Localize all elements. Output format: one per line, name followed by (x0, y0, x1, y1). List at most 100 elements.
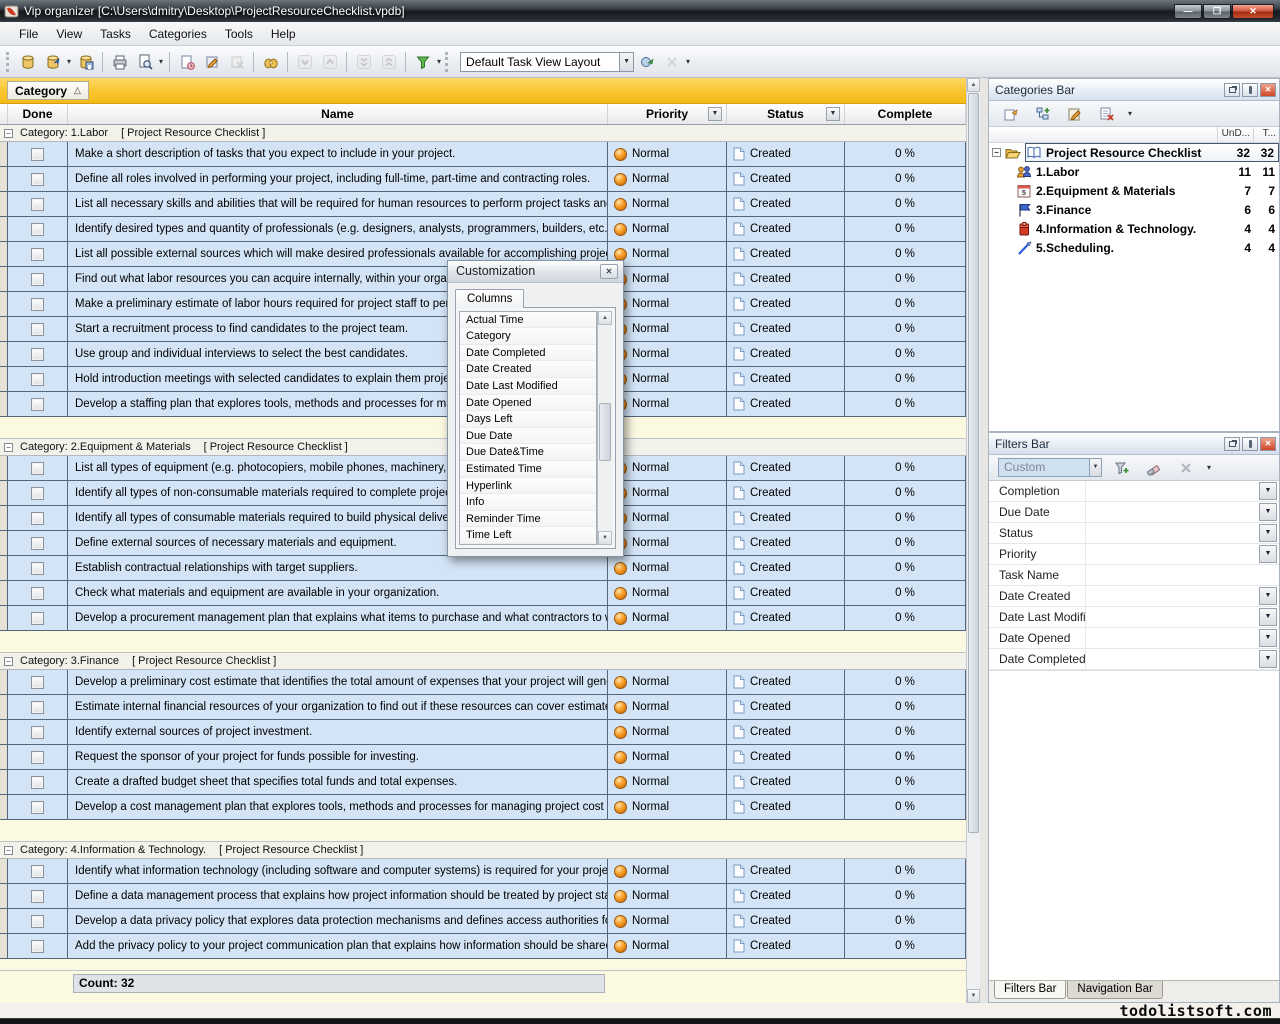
menu-item-file[interactable]: File (10, 23, 47, 45)
category-tree-item[interactable]: 52.Equipment & Materials77 (989, 181, 1279, 200)
category-tree-root[interactable]: −Project Resource Checklist3232 (989, 143, 1279, 162)
task-row[interactable]: Identify desired types and quantity of p… (0, 217, 966, 242)
task-checkbox[interactable] (31, 223, 44, 236)
filter-dropdown-button[interactable]: ▼ (1259, 524, 1277, 542)
column-option[interactable]: Date Completed (460, 345, 596, 362)
task-checkbox[interactable] (31, 587, 44, 600)
vertical-scrollbar[interactable]: ▲ ▼ (966, 78, 980, 1003)
task-checkbox[interactable] (31, 173, 44, 186)
filter-value[interactable] (1085, 481, 1259, 501)
task-row[interactable]: Identify what information technology (in… (0, 859, 966, 884)
column-option[interactable]: Estimated Time (460, 461, 596, 478)
task-row[interactable]: Establish contractual relationships with… (0, 556, 966, 581)
task-checkbox[interactable] (31, 940, 44, 953)
status-filter-button[interactable]: ▼ (826, 107, 840, 121)
filter-value[interactable] (1085, 502, 1259, 522)
column-option[interactable]: Days Left (460, 411, 596, 428)
close-button[interactable]: ✕ (1232, 4, 1274, 19)
total-column-header[interactable]: T... (1253, 127, 1279, 142)
tab-filters-bar[interactable]: Filters Bar (994, 981, 1066, 999)
collapse-icon[interactable]: − (4, 657, 13, 666)
task-row[interactable]: Develop a data privacy policy that explo… (0, 909, 966, 934)
dialog-scrollbar[interactable]: ▲ ▼ (597, 311, 612, 545)
filter-value[interactable] (1085, 649, 1259, 669)
task-checkbox[interactable] (31, 676, 44, 689)
filter-value[interactable] (1085, 628, 1259, 648)
add-subcategory-icon[interactable] (1030, 102, 1055, 126)
task-checkbox[interactable] (31, 248, 44, 261)
column-option[interactable]: Date Opened (460, 395, 596, 412)
filter-value[interactable] (1085, 586, 1259, 606)
filter-preset-dropdown-icon[interactable]: ▼ (1090, 458, 1102, 477)
find-icon[interactable] (258, 50, 283, 74)
scroll-down-arrow[interactable]: ▼ (967, 989, 980, 1003)
task-checkbox[interactable] (31, 273, 44, 286)
restore-button[interactable]: ❐ (1203, 4, 1231, 19)
layout-combo-dropdown-icon[interactable]: ▼ (620, 52, 634, 72)
collapse-icon[interactable]: − (4, 443, 13, 452)
dialog-title-bar[interactable]: Customization ✕ (448, 261, 623, 283)
clear-filter-icon[interactable] (1141, 456, 1166, 480)
task-row[interactable]: Develop a procurement management plan th… (0, 606, 966, 631)
column-option[interactable]: Date Created (460, 361, 596, 378)
task-checkbox[interactable] (31, 323, 44, 336)
task-checkbox[interactable] (31, 373, 44, 386)
category-tree-item[interactable]: 1.Labor1111 (989, 162, 1279, 181)
filter-dropdown-button[interactable]: ▼ (1259, 482, 1277, 500)
filter-view-icon[interactable] (410, 50, 435, 74)
layout-combo[interactable]: Default Task View Layout▼ (460, 52, 634, 72)
collapse-icon[interactable]: − (4, 846, 13, 855)
filter-value[interactable] (1085, 607, 1259, 627)
task-checkbox[interactable] (31, 298, 44, 311)
menu-item-view[interactable]: View (47, 23, 91, 45)
task-row[interactable]: Define all roles involved in performing … (0, 167, 966, 192)
panel-restore-icon[interactable] (1224, 83, 1240, 97)
task-checkbox[interactable] (31, 776, 44, 789)
column-header-complete[interactable]: Complete (845, 104, 966, 124)
column-header-done[interactable]: Done (8, 104, 68, 124)
tab-columns[interactable]: Columns (455, 289, 524, 308)
category-tree-item[interactable]: 3.Finance66 (989, 200, 1279, 219)
task-checkbox[interactable] (31, 890, 44, 903)
delete-filter-icon[interactable] (1173, 456, 1198, 480)
filter-dropdown-button[interactable]: ▼ (1259, 629, 1277, 647)
column-header-name[interactable]: Name (68, 104, 608, 124)
filter-dropdown-button[interactable]: ▼ (1259, 608, 1277, 626)
filter-value[interactable] (1085, 565, 1279, 585)
task-checkbox[interactable] (31, 562, 44, 575)
filter-dropdown-button[interactable]: ▼ (1259, 587, 1277, 605)
task-checkbox[interactable] (31, 537, 44, 550)
column-option[interactable]: Due Date&Time (460, 444, 596, 461)
apply-layout-icon[interactable] (634, 50, 659, 74)
task-checkbox[interactable] (31, 865, 44, 878)
category-tree-item[interactable]: 4.Information & Technology.44 (989, 219, 1279, 238)
task-checkbox[interactable] (31, 801, 44, 814)
undone-column-header[interactable]: UnD... (1217, 127, 1253, 142)
task-checkbox[interactable] (31, 398, 44, 411)
task-checkbox[interactable] (31, 198, 44, 211)
collapse-icon[interactable]: − (992, 148, 1001, 157)
task-checkbox[interactable] (31, 487, 44, 500)
panel-close-icon[interactable]: ✕ (1260, 437, 1276, 451)
task-row[interactable]: Request the sponsor of your project for … (0, 745, 966, 770)
new-task-icon[interactable] (174, 50, 199, 74)
task-checkbox[interactable] (31, 148, 44, 161)
menu-item-tools[interactable]: Tools (216, 23, 262, 45)
dropdown-caret-icon[interactable]: ▾ (435, 57, 443, 66)
filter-value[interactable] (1085, 523, 1259, 543)
panel-close-icon[interactable]: ✕ (1260, 83, 1276, 97)
task-row[interactable]: Define a data management process that ex… (0, 884, 966, 909)
section-header-row[interactable]: −Category: 4.Information & Technology.[ … (0, 842, 966, 859)
save-database-icon[interactable] (73, 50, 98, 74)
task-checkbox[interactable] (31, 512, 44, 525)
delete-category-icon[interactable] (1094, 102, 1119, 126)
panel-pin-icon[interactable] (1242, 437, 1258, 451)
column-option[interactable]: Actual Time (460, 312, 596, 329)
panel-pin-icon[interactable] (1242, 83, 1258, 97)
section-header-row[interactable]: −Category: 3.Finance[ Project Resource C… (0, 653, 966, 670)
filter-dropdown-button[interactable]: ▼ (1259, 650, 1277, 668)
section-header-row[interactable]: −Category: 1.Labor[ Project Resource Che… (0, 125, 966, 142)
edit-task-icon[interactable] (199, 50, 224, 74)
column-option[interactable]: Date Last Modified (460, 378, 596, 395)
open-database-icon[interactable] (40, 50, 65, 74)
